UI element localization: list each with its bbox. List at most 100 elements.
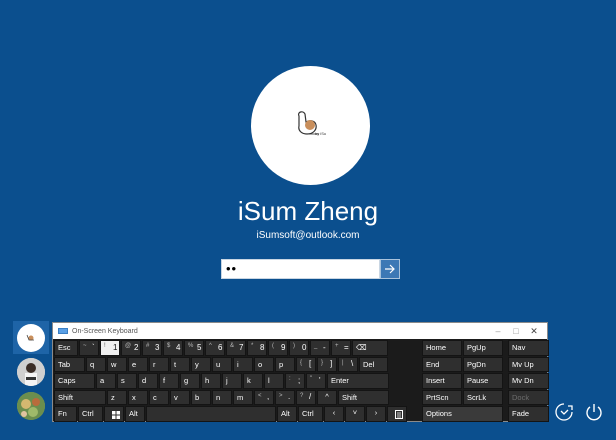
- key-q[interactable]: q: [86, 356, 106, 373]
- key-options[interactable]: Options: [422, 406, 503, 422]
- key-sym[interactable]: ? /: [296, 389, 316, 406]
- close-button[interactable]: ✕: [525, 323, 543, 339]
- key-sym[interactable]: :;: [285, 373, 305, 389]
- key-sym[interactable]: | \: [338, 356, 358, 373]
- password-input[interactable]: ••: [221, 259, 380, 279]
- key-f[interactable]: f: [159, 373, 179, 389]
- key-5[interactable]: % 5: [184, 340, 204, 356]
- key-label: Options: [426, 409, 452, 419]
- maximize-button[interactable]: □: [507, 323, 525, 339]
- key-caps[interactable]: Caps: [54, 373, 95, 389]
- key-4[interactable]: $4: [163, 340, 183, 356]
- win-icon[interactable]: [104, 406, 124, 422]
- key-dock[interactable]: Dock: [508, 389, 549, 406]
- key-e[interactable]: e: [128, 356, 148, 373]
- key-g[interactable]: g: [180, 373, 200, 389]
- key-insert[interactable]: Insert: [422, 373, 462, 389]
- power-icon[interactable]: [583, 401, 605, 423]
- key-t[interactable]: t: [170, 356, 190, 373]
- key-enter[interactable]: Enter: [327, 373, 389, 389]
- key-x[interactable]: x: [128, 389, 148, 406]
- key-y[interactable]: y: [191, 356, 211, 373]
- key-d[interactable]: d: [138, 373, 158, 389]
- key-n[interactable]: n: [212, 389, 232, 406]
- key-alt[interactable]: Alt: [125, 406, 145, 422]
- key-9[interactable]: (9: [268, 340, 288, 356]
- key-end[interactable]: End: [422, 356, 462, 373]
- key-sym[interactable]: ~ `: [79, 340, 99, 356]
- key-s[interactable]: s: [117, 373, 137, 389]
- key-sym[interactable]: ‹: [324, 406, 344, 422]
- key-mv-up[interactable]: Mv Up: [508, 356, 549, 373]
- key-sym[interactable]: }]: [317, 356, 337, 373]
- key-ctrl[interactable]: Ctrl: [298, 406, 323, 422]
- key-2[interactable]: @2: [121, 340, 141, 356]
- key-m[interactable]: m: [233, 389, 253, 406]
- key-scrlk[interactable]: ScrLk: [463, 389, 503, 406]
- key-pause[interactable]: Pause: [463, 373, 503, 389]
- key-sym[interactable]: ⌫: [352, 340, 388, 356]
- submit-button[interactable]: [380, 259, 400, 279]
- key-space[interactable]: [146, 406, 276, 422]
- key-k[interactable]: k: [243, 373, 263, 389]
- key-7[interactable]: & 7: [226, 340, 246, 356]
- key-home[interactable]: Home: [422, 340, 462, 356]
- key-c[interactable]: c: [149, 389, 169, 406]
- key-b[interactable]: b: [191, 389, 211, 406]
- key-3[interactable]: #3: [142, 340, 162, 356]
- key-p[interactable]: p: [275, 356, 295, 373]
- key-pgdn[interactable]: PgDn: [463, 356, 503, 373]
- key-sym[interactable]: + =: [331, 340, 351, 356]
- key-pgup[interactable]: PgUp: [463, 340, 503, 356]
- key-sym[interactable]: {[: [296, 356, 316, 373]
- menu-icon[interactable]: [387, 406, 407, 422]
- key-ctrl[interactable]: Ctrl: [78, 406, 103, 422]
- key-l[interactable]: l: [264, 373, 284, 389]
- key-h[interactable]: h: [201, 373, 221, 389]
- key-label: Fn: [58, 409, 67, 419]
- key-w[interactable]: w: [107, 356, 127, 373]
- key-6[interactable]: ^ 6: [205, 340, 225, 356]
- key-shift[interactable]: Shift: [338, 389, 389, 406]
- key-label: p: [279, 359, 284, 369]
- key-shift[interactable]: Shift: [54, 389, 106, 406]
- key-mv-dn[interactable]: Mv Dn: [508, 373, 549, 389]
- minimize-button[interactable]: –: [489, 323, 507, 339]
- key-sym[interactable]: ^: [317, 389, 337, 406]
- key-1[interactable]: ! 1: [100, 340, 120, 356]
- switch-user-2[interactable]: [13, 355, 49, 388]
- key-shift-label: $: [167, 343, 171, 349]
- key-sym[interactable]: >.: [275, 389, 295, 406]
- key-i[interactable]: i: [233, 356, 253, 373]
- key-v[interactable]: v: [170, 389, 190, 406]
- key-alt[interactable]: Alt: [277, 406, 297, 422]
- key-prtscn[interactable]: PrtScn: [422, 389, 462, 406]
- key-a[interactable]: a: [96, 373, 116, 389]
- key-u[interactable]: u: [212, 356, 232, 373]
- switch-user-1[interactable]: [13, 321, 49, 354]
- key-fn[interactable]: Fn: [54, 406, 77, 422]
- key-8[interactable]: * 8: [247, 340, 267, 356]
- key-sym[interactable]: " ': [306, 373, 326, 389]
- key-label: 5: [197, 342, 202, 352]
- key-sym[interactable]: ˅: [345, 406, 365, 422]
- ease-of-access-icon[interactable]: [553, 401, 575, 423]
- key-esc[interactable]: Esc: [54, 340, 78, 356]
- key-shift-label: +: [335, 343, 339, 349]
- key-sym[interactable]: ›: [366, 406, 386, 422]
- key-r[interactable]: r: [149, 356, 169, 373]
- key-label: Ctrl: [302, 409, 314, 419]
- key-0[interactable]: ) 0: [289, 340, 309, 356]
- key-del[interactable]: Del: [359, 356, 388, 373]
- key-z[interactable]: z: [107, 389, 127, 406]
- key-sym[interactable]: _ -: [310, 340, 330, 356]
- key-label: 4: [176, 342, 181, 352]
- key-sym[interactable]: <,: [254, 389, 274, 406]
- switch-user-3[interactable]: [13, 389, 49, 422]
- osk-titlebar[interactable]: On-Screen Keyboard – □ ✕: [53, 323, 547, 339]
- key-tab[interactable]: Tab: [54, 356, 85, 373]
- key-o[interactable]: o: [254, 356, 274, 373]
- key-nav[interactable]: Nav: [508, 340, 549, 356]
- key-j[interactable]: j: [222, 373, 242, 389]
- key-fade[interactable]: Fade: [508, 406, 549, 422]
